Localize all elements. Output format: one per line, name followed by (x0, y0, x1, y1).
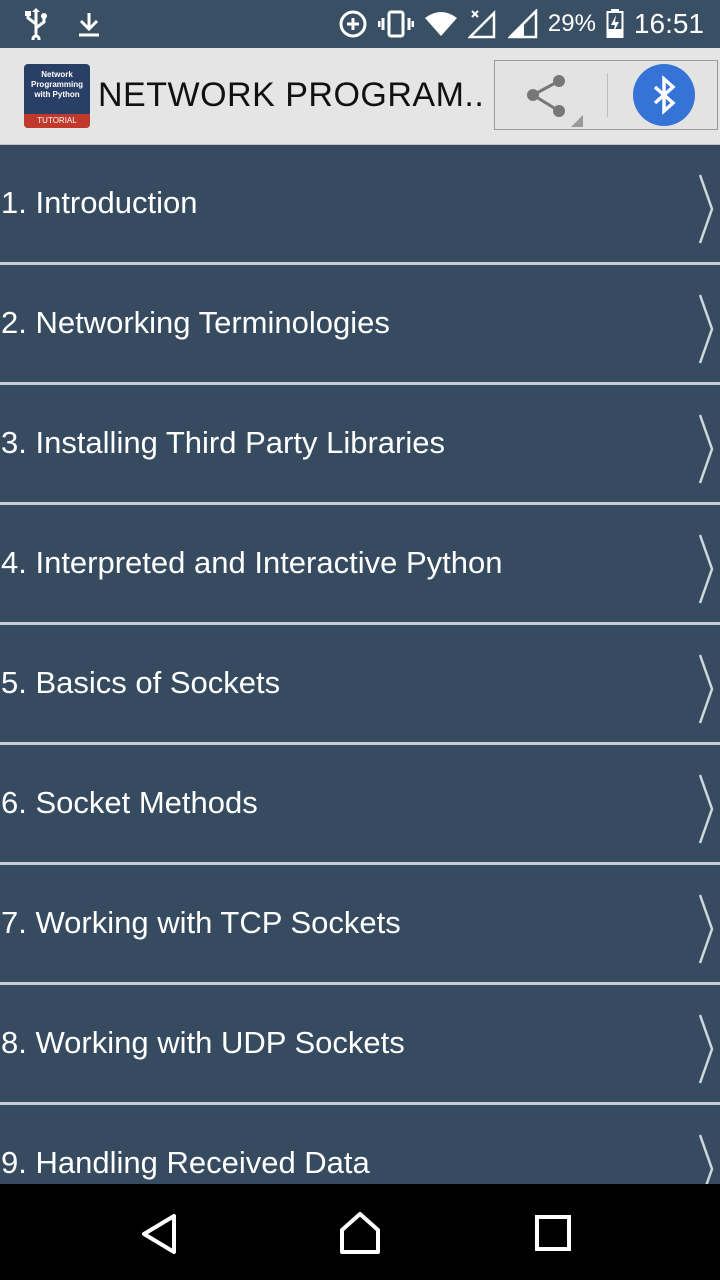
list-item[interactable]: 2. Networking Terminologies (0, 265, 720, 385)
chevron-right-icon (698, 534, 714, 604)
recents-icon[interactable] (534, 1214, 572, 1252)
battery-icon (606, 9, 624, 38)
list-item-label: 6. Socket Methods (1, 785, 258, 820)
chevron-right-icon (698, 294, 714, 364)
back-icon[interactable] (138, 1212, 182, 1256)
signal-no-data-icon (467, 9, 496, 39)
list-item-label: 7. Working with TCP Sockets (1, 905, 401, 940)
share-button[interactable] (495, 61, 607, 129)
signal-icon (507, 9, 538, 39)
chevron-right-icon (698, 654, 714, 724)
list-item-label: 2. Networking Terminologies (1, 305, 390, 340)
list-item[interactable]: 3. Installing Third Party Libraries (0, 385, 720, 505)
chevron-right-icon (698, 414, 714, 484)
list-item-label: 1. Introduction (1, 185, 198, 220)
chapter-list: 1. Introduction 2. Networking Terminolog… (0, 145, 720, 1184)
chevron-right-icon (698, 174, 714, 244)
logo-line: Network (41, 70, 73, 79)
chevron-right-icon (698, 894, 714, 964)
app-title: NETWORK PROGRAM.. (98, 76, 485, 114)
logo-tag: TUTORIAL (24, 114, 90, 128)
battery-percent: 29% (547, 10, 596, 37)
logo-line: Programming (30, 80, 83, 89)
clock: 16:51 (633, 8, 704, 39)
divider (607, 73, 608, 117)
list-item[interactable]: 6. Socket Methods (0, 745, 720, 865)
download-icon (79, 13, 99, 37)
logo-line: with Python (34, 90, 80, 99)
action-buttons (494, 60, 718, 130)
bluetooth-button[interactable] (633, 64, 695, 126)
data-saver-icon (339, 10, 367, 38)
chevron-right-icon (698, 774, 714, 844)
list-item[interactable]: 9. Handling Received Data (0, 1105, 720, 1184)
list-item[interactable]: 8. Working with UDP Sockets (0, 985, 720, 1105)
list-item[interactable]: 1. Introduction (0, 145, 720, 265)
app-logo: Network Programming with Python TUTORIAL (24, 64, 90, 128)
vibrate-icon (377, 10, 414, 38)
share-icon (527, 75, 583, 127)
list-item-label: 5. Basics of Sockets (1, 665, 281, 700)
list-item-label: 3. Installing Third Party Libraries (1, 425, 445, 460)
list-item[interactable]: 7. Working with TCP Sockets (0, 865, 720, 985)
list-item-label: 8. Working with UDP Sockets (1, 1025, 405, 1060)
chevron-right-icon (698, 1134, 714, 1184)
list-item-label: 4. Interpreted and Interactive Python (1, 545, 503, 580)
usb-icon (25, 8, 47, 40)
wifi-icon (424, 12, 457, 36)
home-icon[interactable] (338, 1210, 382, 1256)
app-bar: Network Programming with Python TUTORIAL… (0, 48, 720, 145)
chevron-right-icon (698, 1014, 714, 1084)
list-item[interactable]: 5. Basics of Sockets (0, 625, 720, 745)
list-item[interactable]: 4. Interpreted and Interactive Python (0, 505, 720, 625)
bluetooth-icon (653, 75, 676, 115)
navigation-bar (0, 1184, 720, 1280)
status-bar: 29% 16:51 (0, 0, 720, 48)
list-item-label: 9. Handling Received Data (1, 1145, 370, 1180)
